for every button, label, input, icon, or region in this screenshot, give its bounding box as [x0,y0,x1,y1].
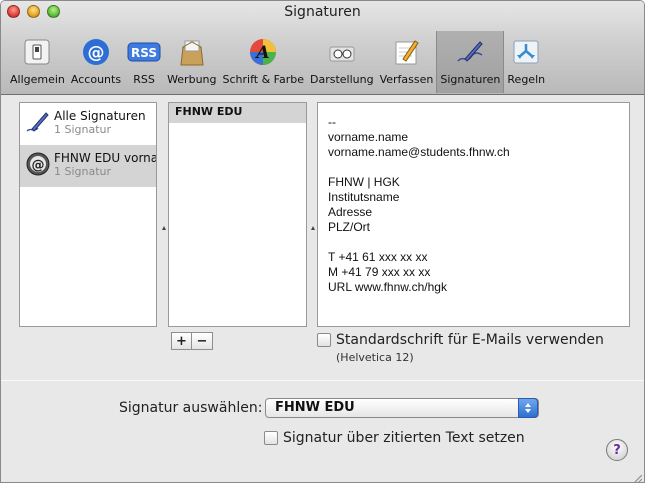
rules-icon [509,35,543,69]
splitter-handle[interactable] [162,223,166,230]
at-account-icon: @ [25,151,51,177]
signature-line: FHNW | HGK [328,175,400,189]
above-quote-checkbox[interactable] [264,431,278,445]
toolbar-item-regeln[interactable]: Regeln [504,31,548,93]
toolbar-item-label: Signaturen [440,73,501,86]
above-quote-option[interactable]: Signatur über zitierten Text setzen [264,430,525,446]
signature-line: Adresse [328,205,373,219]
toolbar-item-allgemein[interactable]: Allgemein [7,31,68,93]
toolbar-item-label: Schrift & Farbe [222,73,304,86]
toolbar-item-accounts[interactable]: @ Accounts [68,31,124,93]
signature-add-remove: + − [171,332,213,350]
toolbar-item-signaturen[interactable]: Signaturen [436,31,505,93]
account-signature-count: 1 Signatur [54,165,112,178]
signature-line: PLZ/Ort [328,220,371,234]
choose-signature-label: Signatur auswählen: [119,400,263,416]
signature-row[interactable]: FHNW EDU [169,103,306,123]
signature-text[interactable]: -- vorname.name vorname.name@students.fh… [328,115,510,295]
standard-font-label: Standardschrift für E-Mails verwenden [336,332,604,348]
resize-grip-icon[interactable] [632,472,643,482]
signatures-pane: Alle Signaturen 1 Signatur @ FHNW EDU vo… [1,96,644,482]
signature-line [328,235,510,250]
popup-arrows-icon [518,398,538,418]
toolbar-item-werbung[interactable]: Werbung [164,31,219,93]
at-icon: @ [79,35,113,69]
splitter-handle[interactable] [311,223,315,230]
svg-text:@: @ [32,158,45,173]
above-quote-label: Signatur über zitierten Text setzen [283,430,525,446]
signature-line: T +41 61 xxx xx xx [328,250,428,264]
pen-icon [25,109,51,135]
signature-line: URL www.fhnw.ch/hgk [328,280,447,294]
rss-icon: RSS [127,35,161,69]
signature-line: vorname.name [328,130,409,144]
add-signature-button[interactable]: + [171,332,192,350]
account-name: FHNW EDU vorna [54,151,156,165]
junk-mail-icon [175,35,209,69]
toolbar-item-label: Werbung [167,73,217,86]
signature-line: vorname.name@students.fhnw.ch [328,145,510,159]
choose-signature-popup[interactable]: FHNW EDU [265,398,539,418]
account-row-all-signatures[interactable]: Alle Signaturen 1 Signatur [20,103,156,145]
switch-icon [20,35,54,69]
signature-line: Institutsname [328,190,400,204]
toolbar-item-label: Accounts [70,73,122,86]
toolbar-item-label: Regeln [507,73,546,86]
svg-text:RSS: RSS [131,46,157,60]
toolbar-item-label: Darstellung [309,73,374,86]
standard-font-option[interactable]: Standardschrift für E-Mails verwenden [317,332,604,348]
toolbar-item-label: Verfassen [379,73,434,86]
svg-text:@: @ [87,43,104,63]
toolbar-item-label: RSS [133,73,155,86]
account-row-fhnw-edu[interactable]: @ FHNW EDU vorna 1 Signatur [20,145,156,187]
font-color-icon: A [246,35,280,69]
toolbar: Signaturen Allgemein @ Accounts RSS RSS … [1,1,644,95]
glasses-icon [325,35,359,69]
signature-line [328,160,510,175]
choose-signature-value: FHNW EDU [275,400,355,415]
signature-icon [453,35,487,69]
preferences-window: Signaturen Allgemein @ Accounts RSS RSS … [0,0,645,483]
divider [1,380,644,381]
signature-list[interactable]: FHNW EDU [168,102,307,327]
toolbar-item-label: Allgemein [10,73,65,86]
account-list[interactable]: Alle Signaturen 1 Signatur @ FHNW EDU vo… [19,102,157,327]
toolbar-item-verfassen[interactable]: Verfassen [377,31,437,93]
signature-line: M +41 79 xxx xx xx [328,265,431,279]
signature-editor[interactable]: -- vorname.name vorname.name@students.fh… [317,102,630,327]
remove-signature-button[interactable]: − [192,332,213,350]
svg-text:A: A [255,43,270,63]
help-button[interactable]: ? [606,439,628,461]
toolbar-item-darstellung[interactable]: Darstellung [307,31,377,93]
toolbar-item-rss[interactable]: RSS RSS [124,31,164,93]
toolbar-items: Allgemein @ Accounts RSS RSS Werbung A S… [7,31,548,93]
standard-font-name: (Helvetica 12) [336,351,414,364]
account-name: Alle Signaturen [54,109,146,123]
compose-icon [389,35,423,69]
signature-line: -- [328,115,336,129]
toolbar-item-schrift-farbe[interactable]: A Schrift & Farbe [220,31,307,93]
account-signature-count: 1 Signatur [54,123,112,136]
standard-font-checkbox[interactable] [317,333,331,347]
window-title: Signaturen [284,4,361,20]
